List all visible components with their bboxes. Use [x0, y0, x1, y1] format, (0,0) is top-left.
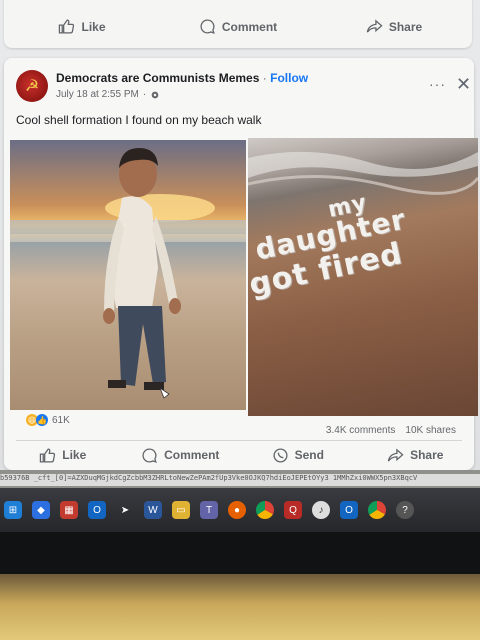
reactions-summary[interactable]: 😆 👍 61K [26, 414, 70, 426]
post-actions-bar: Like Comment Send Share [4, 442, 474, 468]
share-label: Share [410, 448, 444, 462]
teams-icon[interactable]: T [200, 501, 218, 519]
outlook-icon[interactable]: O [88, 501, 106, 519]
outlook2-icon[interactable]: O [340, 501, 358, 519]
like-button[interactable]: Like [4, 442, 122, 468]
page-avatar[interactable]: ☭ [16, 70, 48, 102]
follow-button[interactable]: Follow [270, 71, 308, 85]
monitor-bezel [0, 532, 480, 574]
comment-button[interactable]: Comment [122, 442, 240, 468]
share-button[interactable]: Share [357, 442, 475, 468]
thumbs-up-icon [59, 19, 75, 34]
comments-count[interactable]: 3.4K comments [326, 425, 395, 436]
music-icon[interactable]: ♪ [312, 501, 330, 519]
prev-comment-label: Comment [221, 19, 278, 34]
previous-post-card: Like Comment Share [4, 0, 472, 48]
hammer-sickle-icon: ☭ [24, 78, 40, 95]
prev-comment-button[interactable]: Comment [160, 18, 316, 35]
like-reaction-icon: 👍 [36, 414, 48, 426]
prev-share-label: Share [388, 19, 423, 34]
actions-divider [16, 440, 462, 441]
prev-like-button[interactable]: Like [4, 18, 160, 35]
beach-photo-illustration [10, 148, 246, 399]
reactions-count: 61K [52, 414, 70, 426]
privacy-gear-icon[interactable] [150, 90, 160, 100]
firefox-icon[interactable]: ● [228, 501, 246, 519]
post-image-shells-text[interactable]: my daughter got fired [248, 138, 478, 416]
desk-surface [0, 574, 480, 640]
comment-bubble-icon [142, 447, 157, 463]
word-icon[interactable]: W [144, 501, 162, 519]
share-arrow-icon [387, 447, 404, 462]
share-arrow-icon [366, 19, 383, 33]
post-caption: Cool shell formation I found on my beach… [16, 113, 262, 127]
header-separator: · [262, 71, 267, 85]
arrow-app-icon[interactable]: ➤ [116, 501, 134, 519]
like-label: Like [62, 448, 87, 462]
windows-icon[interactable]: ⊞ [4, 501, 22, 519]
mouse-cursor-icon [159, 386, 170, 399]
page-name-link[interactable]: Democrats are Communists Memes [56, 71, 259, 85]
calendar-icon[interactable]: ▦ [60, 501, 78, 519]
more-options-button[interactable]: ··· [429, 76, 446, 92]
prev-share-button[interactable]: Share [316, 18, 472, 35]
shares-count[interactable]: 10K shares [405, 425, 456, 436]
comment-label: Comment [164, 448, 220, 462]
help-icon[interactable]: ? [396, 501, 414, 519]
browser-viewport: Like Comment Share ☭ Democrats are Commu… [0, 0, 480, 470]
post-card: ☭ Democrats are Communists Memes · Follo… [4, 58, 478, 470]
comment-bubble-icon [200, 19, 215, 34]
thumbs-up-icon [40, 447, 56, 463]
send-label: Send [294, 448, 324, 462]
engagement-counts: 3.4K comments 10K shares [326, 425, 456, 436]
post-header: Democrats are Communists Memes · Follow [56, 71, 308, 85]
folder-icon[interactable]: ▭ [172, 501, 190, 519]
chrome-icon[interactable] [256, 501, 274, 519]
close-post-button[interactable]: ✕ [456, 74, 471, 95]
whatsapp-icon [273, 447, 288, 463]
status-bar-url: b59376B _cft_[0]=AZXDuqMGjkdCgZcbbM3ZHRL… [0, 474, 480, 486]
separator-dot: · [142, 89, 147, 100]
prev-like-label: Like [81, 19, 106, 34]
dropbox-icon[interactable]: ◆ [32, 501, 50, 519]
chrome2-icon[interactable] [368, 501, 386, 519]
send-button[interactable]: Send [239, 442, 357, 468]
quora-icon[interactable]: Q [284, 501, 302, 519]
taskbar: ⊞ ◆ ▦ O ➤ W ▭ T ● Q ♪ O ? [0, 488, 480, 532]
post-timestamp[interactable]: July 18 at 2:55 PM [56, 89, 139, 100]
post-meta: July 18 at 2:55 PM · [56, 89, 160, 100]
post-image-man-on-beach[interactable] [10, 140, 246, 410]
